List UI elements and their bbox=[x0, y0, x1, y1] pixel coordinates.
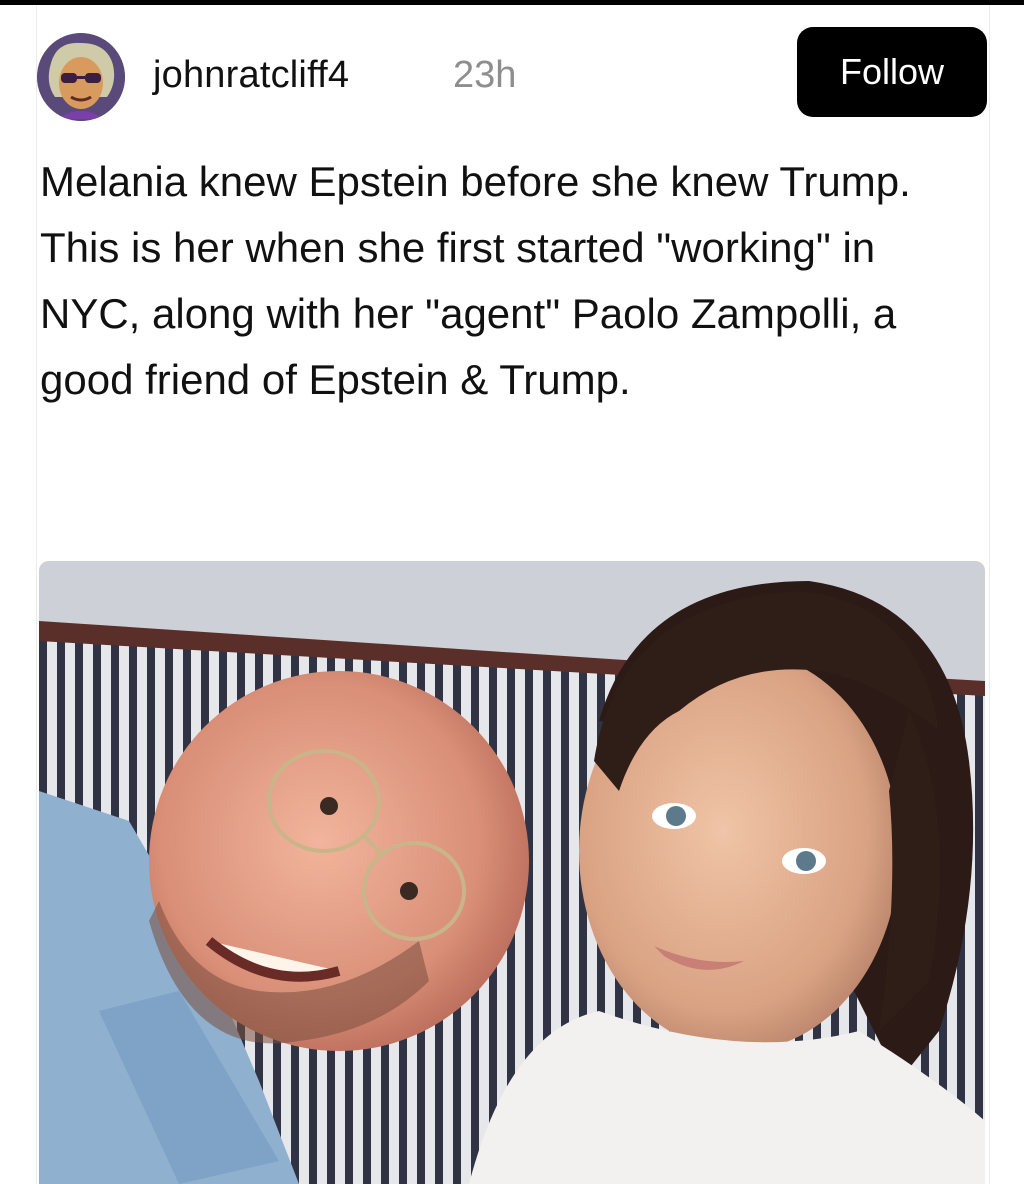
follow-button[interactable]: Follow bbox=[797, 27, 987, 117]
post-caption: Melania knew Epstein before she knew Tru… bbox=[40, 149, 970, 413]
username[interactable]: johnratcliff4 bbox=[153, 54, 349, 97]
caption-paragraph-1: Melania knew Epstein before she knew Tru… bbox=[40, 158, 911, 205]
avatar[interactable] bbox=[37, 33, 125, 121]
caption-paragraph-2: This is her when she first started "work… bbox=[40, 224, 897, 403]
post-photo[interactable] bbox=[39, 561, 985, 1184]
post-card: johnratcliff4 23h Follow Melania knew Ep… bbox=[36, 5, 990, 1184]
avatar-portrait-icon bbox=[37, 33, 125, 121]
photo-image bbox=[39, 561, 985, 1184]
timestamp: 23h bbox=[453, 54, 517, 96]
post-header: johnratcliff4 23h Follow bbox=[37, 27, 989, 121]
